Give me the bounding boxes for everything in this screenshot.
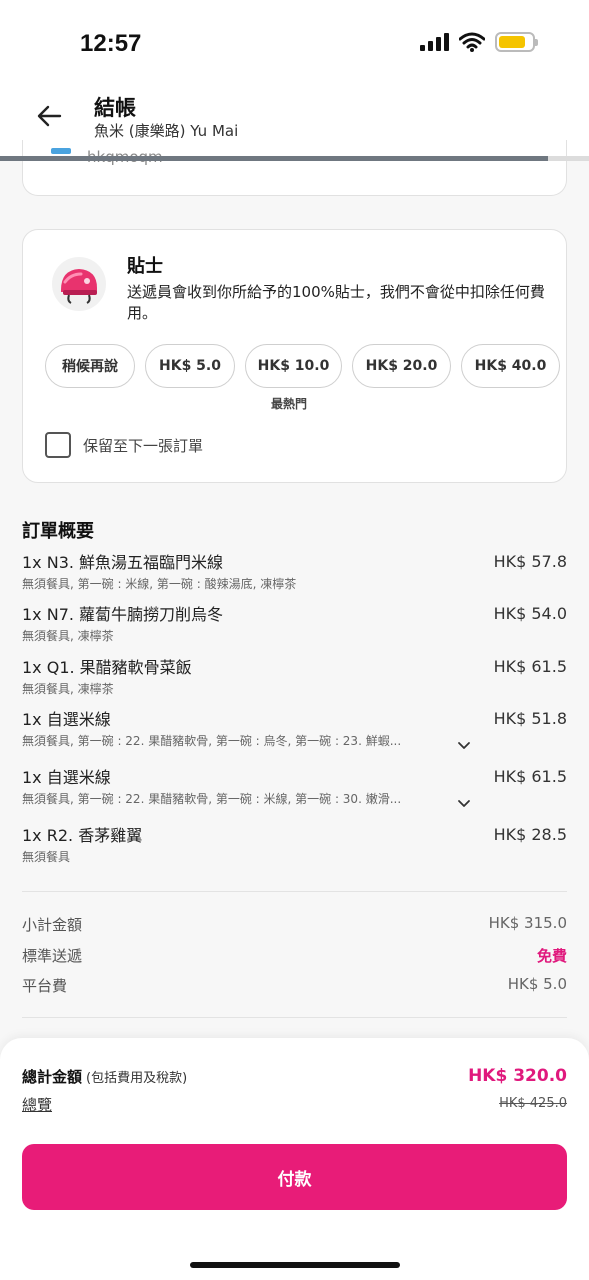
tip-card: 貼士 送遞員會收到你所給予的100%貼士，我們不會從中扣除任何費用。 稍候再說 … — [22, 229, 567, 483]
item-options: 無須餐具, 第一碗 : 22. 果醋豬軟骨, 第一碗 : 烏冬, 第一碗 : 2… — [22, 734, 402, 748]
wifi-icon — [459, 32, 485, 52]
battery-icon — [495, 32, 538, 52]
item-options: 無須餐具, 第一碗 : 米線, 第一碗 : 酸辣湯底, 凍檸茶 — [22, 577, 297, 591]
checkout-bottom-sheet: 總計金額 (包括費用及稅款) 總覽 HK$ 320.0 HK$ 425.0 付款 — [0, 1038, 589, 1280]
home-indicator — [190, 1262, 400, 1268]
keep-tip-label: 保留至下一張訂單 — [83, 436, 204, 455]
order-item: 1x N3. 鮮魚湯五福臨門米線 HK$ 57.8 無須餐具, 第一碗 : 米線… — [22, 552, 567, 594]
item-name: 1x N7. 蘿蔔牛腩撈刀削烏冬 — [22, 605, 224, 624]
subtotal-value: HK$ 315.0 — [488, 914, 567, 932]
item-options: 無須餐具, 凍檸茶 — [22, 629, 114, 643]
keep-tip-checkbox[interactable] — [45, 432, 71, 458]
popular-badge: 最熱門 — [271, 397, 308, 411]
tip-option-40[interactable]: HK$ 40.0 — [461, 344, 560, 388]
status-time: 12:57 — [80, 30, 142, 57]
platform-fee-row: 平台費 HK$ 5.0 — [22, 975, 567, 996]
tip-option-5[interactable]: HK$ 5.0 — [145, 344, 235, 388]
tip-options: 稍候再說 HK$ 5.0 HK$ 10.0 HK$ 20.0 HK$ 40.0 — [45, 344, 560, 388]
order-item[interactable]: 1x 自選米線 HK$ 51.8 無須餐具, 第一碗 : 22. 果醋豬軟骨, … — [22, 709, 567, 751]
payment-method-card[interactable]: hkqmoqm — [22, 140, 567, 196]
cellular-signal-icon — [420, 33, 449, 51]
divider — [22, 891, 567, 892]
overview-link[interactable]: 總覽 — [22, 1094, 52, 1115]
total-label: 總計金額 (包括費用及稅款) — [22, 1066, 187, 1087]
item-price: HK$ 57.8 — [493, 552, 567, 571]
original-price: HK$ 425.0 — [499, 1096, 567, 1111]
pay-button[interactable]: 付款 — [22, 1144, 567, 1210]
item-name: 1x N3. 鮮魚湯五福臨門米線 — [22, 553, 224, 572]
total-note: (包括費用及稅款) — [86, 1071, 188, 1086]
tip-option-10[interactable]: HK$ 10.0 — [245, 344, 342, 388]
scroll-progress-bar — [0, 156, 589, 161]
subtotal-label: 小計金額 — [22, 916, 83, 934]
item-price: HK$ 54.0 — [493, 604, 567, 623]
status-bar: 12:57 — [0, 0, 589, 82]
order-item[interactable]: 1x 自選米線 HK$ 61.5 無須餐具, 第一碗 : 22. 果醋豬軟骨, … — [22, 767, 567, 809]
tip-option-later[interactable]: 稍候再說 — [45, 344, 135, 388]
helmet-icon — [52, 257, 106, 311]
item-name: 1x 自選米線 — [22, 710, 111, 729]
chevron-down-icon[interactable] — [456, 795, 472, 811]
tip-title: 貼士 — [127, 256, 163, 277]
total-price: HK$ 320.0 — [468, 1066, 567, 1086]
item-options: 無須餐具 — [22, 850, 71, 864]
platform-fee-value: HK$ 5.0 — [507, 975, 567, 993]
order-item: 1x Q1. 果醋豬軟骨菜飯 HK$ 61.5 無須餐具, 凍檸茶 — [22, 657, 567, 699]
chevron-down-icon[interactable] — [456, 737, 472, 753]
item-options: 無須餐具, 凍檸茶 — [22, 682, 114, 696]
item-name: 1x 自選米線 — [22, 768, 111, 787]
card-icon — [51, 148, 71, 154]
back-arrow-icon[interactable] — [34, 100, 66, 132]
order-summary-title: 訂單概要 — [22, 521, 94, 542]
restaurant-name: 魚米 (康樂路) Yu Mai — [94, 122, 239, 140]
status-icons — [420, 32, 538, 52]
delivery-value: 免費 — [536, 947, 567, 965]
item-price: HK$ 51.8 — [493, 709, 567, 728]
order-item: 1x R2. 香茅雞翼 HK$ 28.5 無須餐具 — [22, 825, 567, 867]
item-options: 無須餐具, 第一碗 : 22. 果醋豬軟骨, 第一碗 : 米線, 第一碗 : 3… — [22, 792, 402, 806]
item-price: HK$ 61.5 — [493, 657, 567, 676]
tip-option-20[interactable]: HK$ 20.0 — [352, 344, 451, 388]
divider — [22, 1017, 567, 1018]
order-item: 1x N7. 蘿蔔牛腩撈刀削烏冬 HK$ 54.0 無須餐具, 凍檸茶 — [22, 604, 567, 646]
tip-description: 送遞員會收到你所給予的100%貼士，我們不會從中扣除任何費用。 — [127, 283, 545, 322]
subtotal-row: 小計金額 HK$ 315.0 — [22, 914, 567, 935]
page-title: 結帳 — [94, 96, 136, 120]
item-name: 1x Q1. 果醋豬軟骨菜飯 — [22, 658, 192, 677]
platform-fee-label: 平台費 — [22, 977, 68, 995]
item-price: HK$ 28.5 — [493, 825, 567, 844]
delivery-row: 標準送遞 免費 — [22, 945, 567, 966]
total-label-text: 總計金額 — [22, 1068, 83, 1086]
keep-tip-row[interactable]: 保留至下一張訂單 — [45, 432, 203, 458]
item-name: 1x R2. 香茅雞翼 — [22, 826, 143, 845]
delivery-label: 標準送遞 — [22, 947, 83, 965]
item-price: HK$ 61.5 — [493, 767, 567, 786]
